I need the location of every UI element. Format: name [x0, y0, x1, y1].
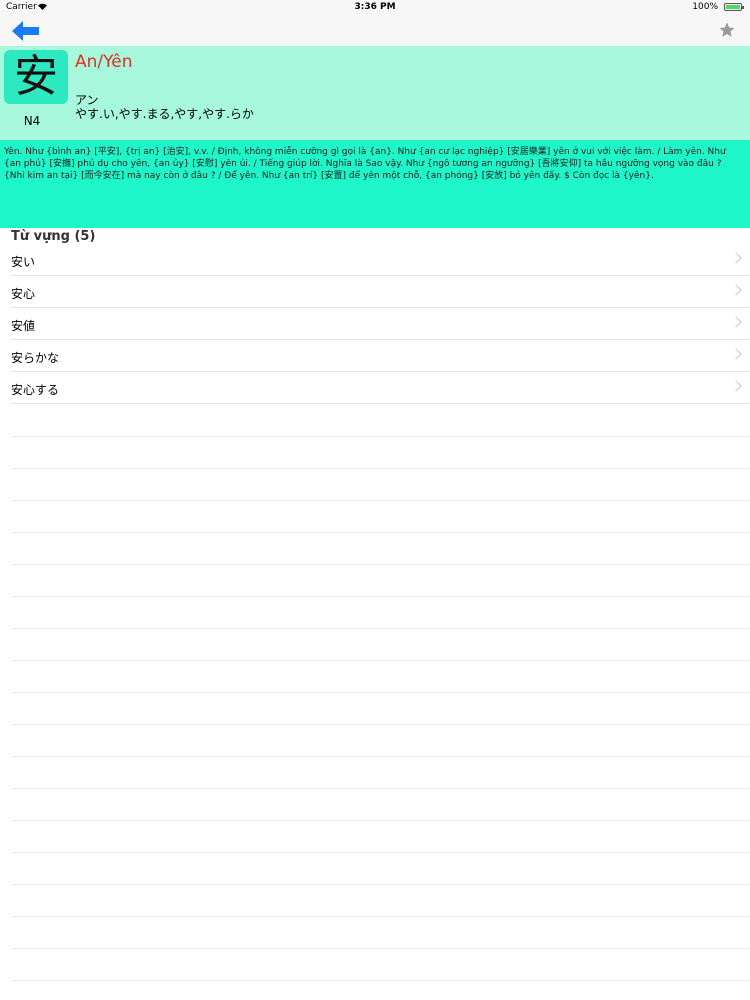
kanji-character: 安 — [4, 50, 68, 104]
kun-reading: やす.い,やす.まる,やす,やす.らか — [75, 107, 254, 121]
favorite-button[interactable] — [718, 21, 736, 39]
back-button[interactable] — [12, 20, 40, 42]
vocab-list: 安い 安心 安値 安らかな 安心する — [0, 244, 750, 404]
meaning-panel: Yên. Như {bình an} [平安], {trị an} [治安], … — [0, 140, 750, 228]
star-icon — [719, 22, 735, 37]
chevron-right-icon — [730, 252, 742, 264]
han-viet-reading: An/Yên — [75, 52, 133, 72]
chevron-right-icon — [730, 284, 742, 296]
back-arrow-icon — [12, 21, 39, 41]
vocab-word: 安心する — [11, 383, 60, 397]
chevron-right-icon — [730, 316, 742, 328]
chevron-right-icon — [730, 348, 742, 360]
empty-table-area — [0, 405, 750, 1000]
jlpt-level: N4 — [23, 114, 41, 128]
vocab-word: 安い — [11, 255, 36, 269]
vocab-word: 安値 — [11, 319, 36, 333]
chevron-right-icon — [730, 380, 742, 392]
vocab-row[interactable]: 安心する — [11, 372, 750, 404]
vocab-row[interactable]: 安値 — [11, 308, 750, 340]
vocab-section-header: Từ vựng (5) — [11, 229, 96, 244]
vocab-word: 安らかな — [11, 351, 60, 365]
clock-label: 3:36 PM — [354, 2, 396, 12]
vocab-row[interactable]: 安い — [11, 244, 750, 276]
navigation-bar — [0, 16, 750, 46]
meaning-text: Yên. Như {bình an} [平安], {trị an} [治安], … — [4, 147, 726, 181]
status-bar: Carrier 3:36 PM 100% — [0, 0, 750, 16]
battery-icon — [724, 3, 744, 11]
vocab-word: 安心 — [11, 287, 36, 301]
battery-percent: 100% — [692, 2, 718, 12]
vocab-row[interactable]: 安心 — [11, 276, 750, 308]
vocab-row[interactable]: 安らかな — [11, 340, 750, 372]
kanji-header: 安 N4 An/Yên アン やす.い,やす.まる,やす,やす.らか — [0, 46, 750, 140]
